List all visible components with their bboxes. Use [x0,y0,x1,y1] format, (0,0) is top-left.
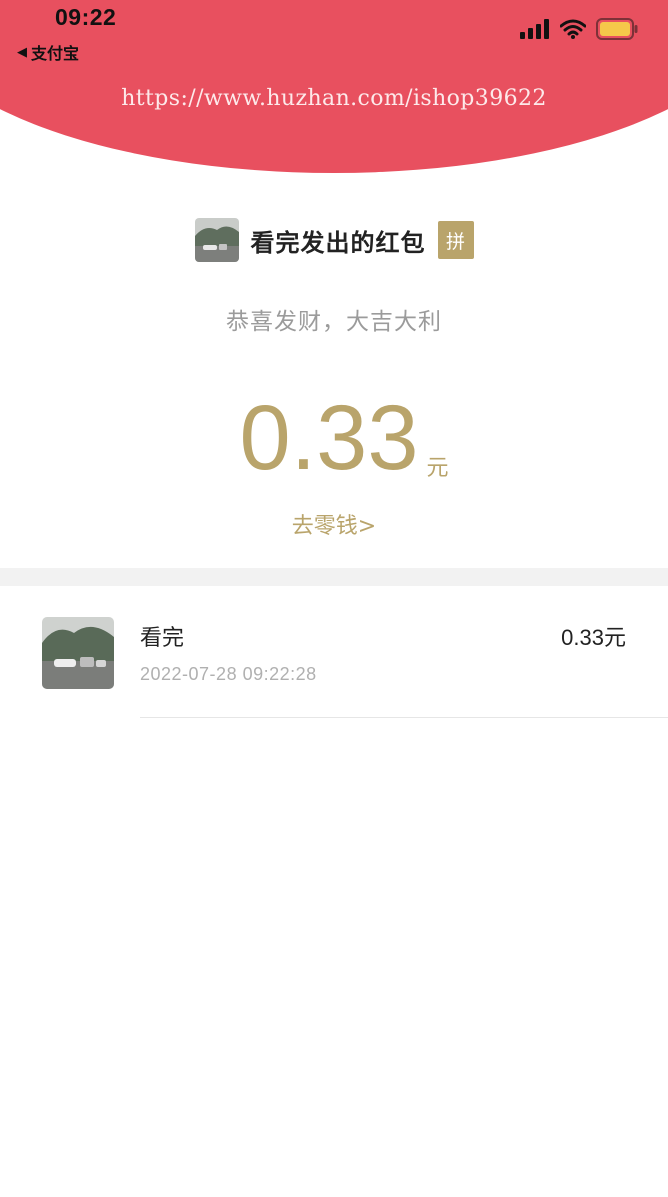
red-envelope-header: 09:22 ◀ 支付宝 https://www.huzhan.com/ishop… [0,0,668,175]
back-caret-icon: ◀ [17,44,27,60]
recipient-avatar [42,617,114,689]
status-time: 09:22 [55,4,117,30]
back-app-label: 支付宝 [31,44,80,63]
pin-badge: 拼 [437,221,474,259]
wifi-icon [560,19,586,39]
row-divider [140,717,668,718]
status-icons [520,18,638,40]
amount-value: 0.33 [239,387,419,489]
watermark-url: https://www.huzhan.com/ishop39622 [121,86,547,111]
recipient-name: 看完 [140,626,185,651]
section-divider [0,568,668,586]
battery-icon [596,18,638,40]
amount-display: 0.33 元 [0,388,668,488]
go-to-change-link[interactable]: 去零钱> [0,508,668,540]
envelope-title: 看完发出的红包 [250,228,426,257]
avatar-image [42,617,114,689]
back-to-app-button[interactable]: ◀ 支付宝 [17,40,79,64]
record-timestamp: 2022-07-28 09:22:28 [140,664,317,684]
blessing-message: 恭喜发财，大吉大利 [226,309,442,335]
list-item[interactable] [0,586,668,720]
sender-title-row: 看完发出的红包 拼 [0,218,668,262]
avatar-image [194,218,239,262]
amount-unit: 元 [426,456,449,481]
sender-avatar [194,218,239,262]
signal-icon [520,19,549,39]
record-amount: 0.33元 [561,625,626,650]
